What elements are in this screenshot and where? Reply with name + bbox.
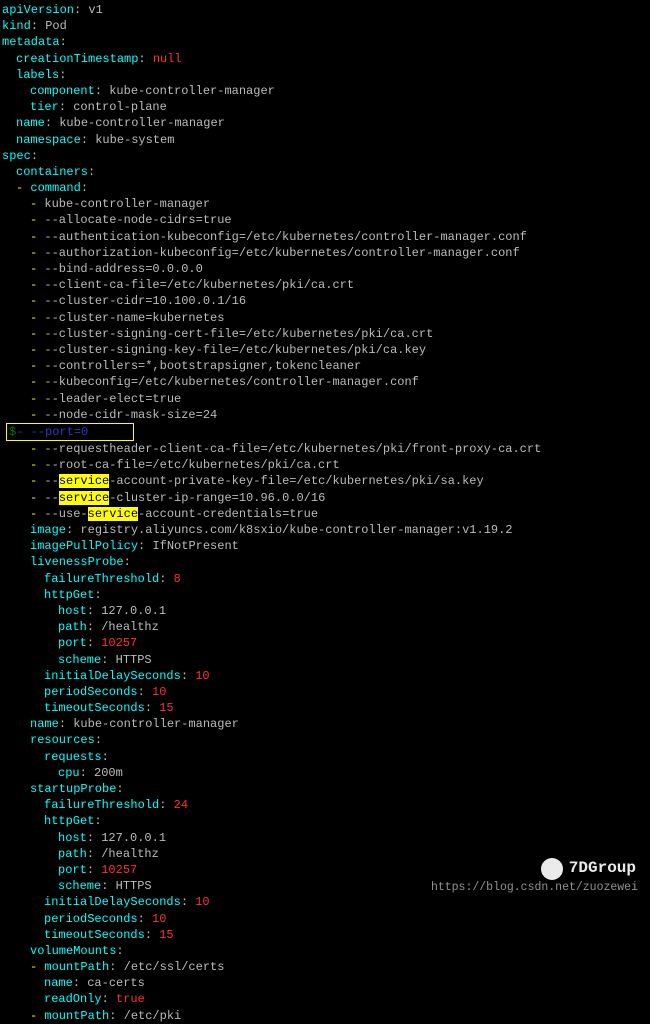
line: - --node-cidr-mask-size=24 — [2, 407, 650, 423]
line: - --controllers=*,bootstrapsigner,tokenc… — [2, 358, 650, 374]
line: periodSeconds: 10 — [2, 684, 650, 700]
line: timeoutSeconds: 15 — [2, 927, 650, 943]
line: resources: — [2, 732, 650, 748]
line: port: 10257 — [2, 635, 650, 651]
line: readOnly: true — [2, 991, 650, 1007]
watermark-text: 7DGroup — [569, 858, 636, 880]
watermark-url: https://blog.csdn.net/zuozewei — [431, 880, 638, 896]
line: cpu: 200m — [2, 765, 650, 781]
line: component: kube-controller-manager — [2, 83, 650, 99]
line: creationTimestamp: null — [2, 51, 650, 67]
line: - mountPath: /etc/pki — [2, 1008, 650, 1024]
line: - --service-account-private-key-file=/et… — [2, 473, 650, 489]
line: httpGet: — [2, 587, 650, 603]
line: failureThreshold: 24 — [2, 797, 650, 813]
line: tier: control-plane — [2, 99, 650, 115]
line: name: kube-controller-manager — [2, 115, 650, 131]
line: initialDelaySeconds: 10 — [2, 668, 650, 684]
watermark-logo: 7DGroup — [541, 858, 636, 880]
line: image: registry.aliyuncs.com/k8sxio/kube… — [2, 522, 650, 538]
line: periodSeconds: 10 — [2, 911, 650, 927]
line: - --kubeconfig=/etc/kubernetes/controlle… — [2, 374, 650, 390]
line: namespace: kube-system — [2, 132, 650, 148]
line: - mountPath: /etc/ssl/certs — [2, 959, 650, 975]
line: metadata: — [2, 34, 650, 50]
line: host: 127.0.0.1 — [2, 603, 650, 619]
line: initialDelaySeconds: 10 — [2, 894, 650, 910]
line: - --allocate-node-cidrs=true — [2, 212, 650, 228]
line: - --service-cluster-ip-range=10.96.0.0/1… — [2, 490, 650, 506]
line: - --root-ca-file=/etc/kubernetes/pki/ca.… — [2, 457, 650, 473]
line: - --authorization-kubeconfig=/etc/kubern… — [2, 245, 650, 261]
line: scheme: HTTPS — [2, 652, 650, 668]
line: name: kube-controller-manager — [2, 716, 650, 732]
line: - command: — [2, 180, 650, 196]
line: spec: — [2, 148, 650, 164]
line: labels: — [2, 67, 650, 83]
line: - --bind-address=0.0.0.0 — [2, 261, 650, 277]
line: kind: Pod — [2, 18, 650, 34]
highlighted-port-line: $- --port=0 — [2, 423, 650, 441]
line: - --cluster-signing-cert-file=/etc/kuber… — [2, 326, 650, 342]
wechat-icon — [541, 858, 563, 880]
line: - --cluster-signing-key-file=/etc/kubern… — [2, 342, 650, 358]
line: - --requestheader-client-ca-file=/etc/ku… — [2, 441, 650, 457]
line: requests: — [2, 749, 650, 765]
line: - --client-ca-file=/etc/kubernetes/pki/c… — [2, 277, 650, 293]
line: - --use-service-account-credentials=true — [2, 506, 650, 522]
line: imagePullPolicy: IfNotPresent — [2, 538, 650, 554]
line: startupProbe: — [2, 781, 650, 797]
line: - --authentication-kubeconfig=/etc/kuber… — [2, 229, 650, 245]
line: - --leader-elect=true — [2, 391, 650, 407]
line: httpGet: — [2, 813, 650, 829]
line: - --cluster-cidr=10.100.0.1/16 — [2, 293, 650, 309]
line: containers: — [2, 164, 650, 180]
line: volumeMounts: — [2, 943, 650, 959]
line: apiVersion: v1 — [2, 2, 650, 18]
line: failureThreshold: 8 — [2, 571, 650, 587]
line: path: /healthz — [2, 619, 650, 635]
line: name: ca-certs — [2, 975, 650, 991]
line: host: 127.0.0.1 — [2, 830, 650, 846]
line: - kube-controller-manager — [2, 196, 650, 212]
line: livenessProbe: — [2, 554, 650, 570]
line: timeoutSeconds: 15 — [2, 700, 650, 716]
line: - --cluster-name=kubernetes — [2, 310, 650, 326]
